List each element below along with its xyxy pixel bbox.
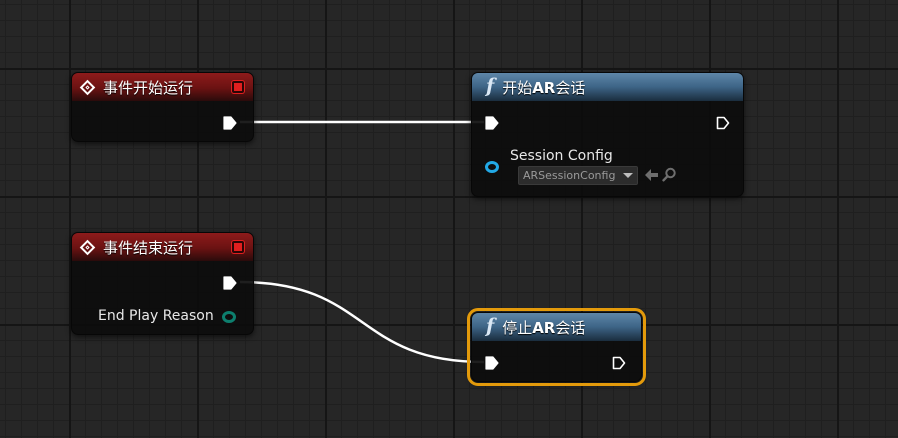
- end-play-reason-label: End Play Reason: [98, 308, 214, 324]
- node-event-end-play[interactable]: 事件结束运行 End Play Reason: [71, 232, 254, 335]
- node-header[interactable]: f 停止AR会话: [472, 313, 641, 341]
- exec-in-pin[interactable]: [485, 116, 499, 130]
- end-play-reason-pin[interactable]: [222, 311, 236, 323]
- exec-out-pin[interactable]: [223, 116, 237, 130]
- function-icon: f: [486, 315, 495, 337]
- event-diamond-icon: [79, 79, 96, 95]
- exec-wire-end-to-stop[interactable]: [239, 280, 485, 364]
- chevron-down-icon: [623, 173, 633, 178]
- node-title: 事件结束运行: [103, 238, 194, 257]
- node-title: 事件开始运行: [103, 78, 194, 97]
- node-header[interactable]: 事件结束运行: [72, 233, 253, 261]
- delegate-pin[interactable]: [232, 81, 244, 93]
- event-diamond-icon: [79, 239, 96, 255]
- node-header[interactable]: 事件开始运行: [72, 73, 253, 101]
- browse-asset-icon[interactable]: [662, 167, 677, 182]
- use-selected-asset-icon[interactable]: [643, 168, 659, 182]
- node-stop-ar-session[interactable]: f 停止AR会话: [467, 308, 646, 386]
- exec-in-pin[interactable]: [485, 356, 499, 370]
- session-config-label: Session Config: [510, 148, 613, 164]
- exec-out-pin[interactable]: [612, 356, 626, 370]
- function-icon: f: [486, 75, 495, 97]
- node-header[interactable]: f 开始AR会话: [472, 73, 743, 101]
- exec-out-pin[interactable]: [223, 276, 237, 290]
- node-title: 开始AR会话: [502, 78, 586, 97]
- session-config-pin[interactable]: [485, 161, 499, 173]
- node-event-begin-play[interactable]: 事件开始运行: [71, 72, 254, 142]
- delegate-pin[interactable]: [232, 241, 244, 253]
- exec-out-pin[interactable]: [716, 116, 730, 130]
- node-title: 停止AR会话: [502, 318, 586, 337]
- session-config-dropdown[interactable]: ARSessionConfig: [518, 166, 638, 185]
- wire-layer: [239, 120, 485, 364]
- node-start-ar-session[interactable]: f 开始AR会话 Session Config ARSessionConfig: [471, 72, 744, 197]
- session-config-value: ARSessionConfig: [523, 169, 616, 182]
